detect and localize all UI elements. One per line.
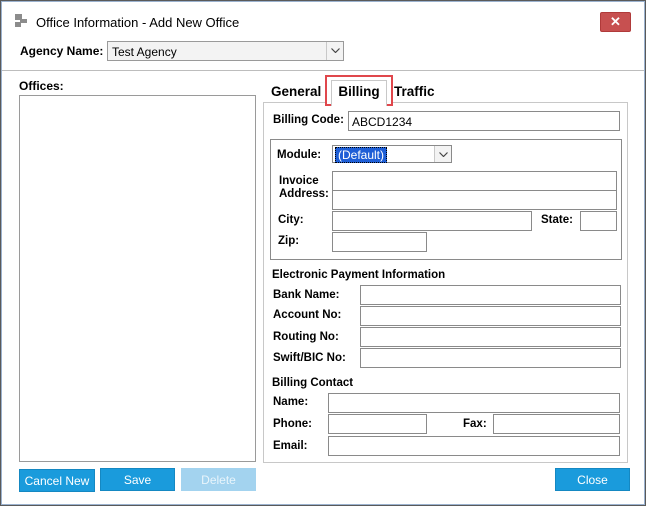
billing-code-value: ABCD1234	[352, 115, 413, 129]
state-label: State:	[541, 214, 573, 226]
agency-row: Agency Name: Test Agency	[2, 35, 644, 71]
zip-label: Zip:	[278, 235, 300, 247]
title-bar: Office Information - Add New Office ✕	[2, 2, 644, 34]
close-button[interactable]: Close	[555, 468, 630, 491]
invoice-address-line1-field[interactable]	[332, 171, 617, 191]
city-field[interactable]	[332, 211, 532, 231]
contact-name-field[interactable]	[328, 393, 620, 413]
cancel-new-button[interactable]: Cancel New	[19, 469, 95, 492]
contact-name-label: Name:	[273, 396, 309, 408]
agency-name-select[interactable]: Test Agency	[107, 41, 344, 61]
bank-name-field[interactable]	[360, 285, 621, 305]
agency-name-value: Test Agency	[112, 45, 177, 59]
bank-name-label: Bank Name:	[273, 289, 340, 301]
tab-traffic[interactable]: Traffic	[394, 84, 444, 103]
billing-code-field[interactable]: ABCD1234	[348, 111, 620, 131]
invoice-address-line2-field[interactable]	[332, 190, 617, 210]
tab-general[interactable]: General	[271, 84, 323, 103]
delete-button[interactable]: Delete	[181, 468, 256, 491]
window-close-icon[interactable]: ✕	[600, 12, 631, 32]
chevron-down-icon[interactable]	[326, 42, 343, 60]
email-field[interactable]	[328, 436, 620, 456]
save-button[interactable]: Save	[100, 468, 175, 491]
invoice-address-label-line2: Address:	[279, 188, 329, 200]
electronic-payment-title: Electronic Payment Information	[272, 269, 446, 281]
billing-contact-title: Billing Contact	[272, 377, 354, 389]
tab-billing-highlight[interactable]: Billing	[325, 75, 393, 106]
routing-no-field[interactable]	[360, 327, 621, 347]
office-information-window: Office Information - Add New Office ✕ Ag…	[0, 0, 646, 506]
fax-field[interactable]	[493, 414, 620, 434]
account-no-field[interactable]	[360, 306, 621, 326]
invoice-address-label-line1: Invoice	[279, 175, 319, 187]
fax-label: Fax:	[463, 418, 487, 430]
phone-field[interactable]	[328, 414, 427, 434]
module-label: Module:	[277, 149, 322, 161]
module-select[interactable]: (Default)	[332, 145, 452, 163]
state-field[interactable]	[580, 211, 617, 231]
window-title: Office Information - Add New Office	[36, 15, 240, 30]
billing-code-label: Billing Code:	[273, 114, 344, 126]
zip-field[interactable]	[332, 232, 427, 252]
offices-label: Offices:	[19, 79, 64, 93]
chevron-down-icon[interactable]	[434, 146, 451, 162]
module-value: (Default)	[335, 147, 388, 163]
swift-bic-label: Swift/BIC No:	[273, 352, 346, 364]
email-label: Email:	[273, 440, 308, 452]
account-no-label: Account No:	[273, 309, 342, 321]
swift-bic-field[interactable]	[360, 348, 621, 368]
city-label: City:	[278, 214, 304, 226]
agency-name-label: Agency Name:	[20, 44, 104, 58]
routing-no-label: Routing No:	[273, 331, 339, 343]
phone-label: Phone:	[273, 418, 312, 430]
tab-billing[interactable]: Billing	[331, 80, 387, 106]
app-logo-icon	[15, 14, 27, 28]
offices-list[interactable]	[19, 95, 256, 462]
